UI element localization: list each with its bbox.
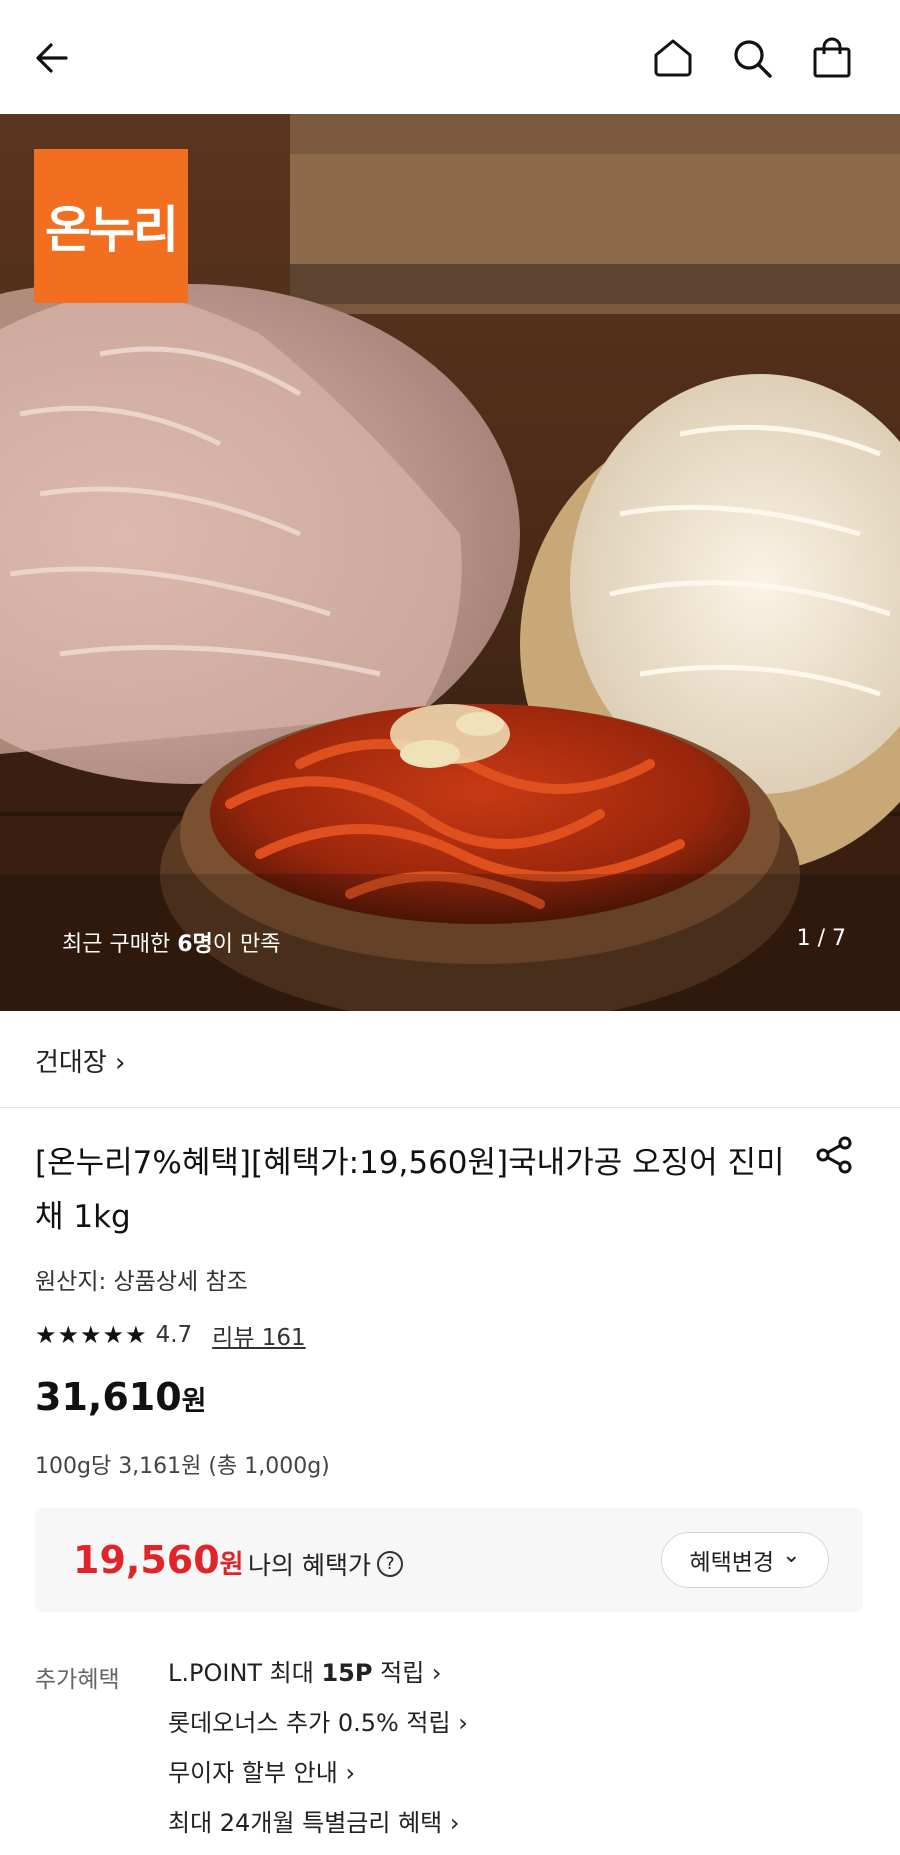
- unit-price: 100g당 3,161원 (총 1,000g): [35, 1454, 330, 1479]
- change-benefit-button[interactable]: 혜택변경 ⌄: [661, 1532, 829, 1588]
- extra-benefits-label: 추가혜택: [35, 1667, 120, 1693]
- rating-row: ★★★★★ 4.7 리뷰 161: [35, 1318, 306, 1352]
- benefit-price: 19,560원: [73, 1538, 244, 1582]
- benefit-label: 나의 혜택가 ?: [248, 1546, 403, 1582]
- review-link[interactable]: 리뷰 161: [212, 1318, 306, 1352]
- brand-logo: 온누리: [34, 149, 188, 303]
- star-rating-icon: ★★★★★: [35, 1321, 148, 1349]
- product-price: 31,610원: [35, 1375, 207, 1419]
- installment-info-link[interactable]: 무이자 할부 안내 ›: [168, 1755, 468, 1805]
- shopping-bag-icon: [813, 37, 851, 78]
- cart-button[interactable]: [804, 30, 860, 86]
- search-icon: [734, 40, 772, 78]
- back-arrow-icon: [36, 43, 68, 73]
- extra-benefits-list: L.POINT 최대 15P 적립 › 롯데오너스 추가 0.5% 적립 › 무…: [168, 1655, 468, 1855]
- category-link[interactable]: 건대장 ›: [35, 1042, 125, 1079]
- top-bar: [0, 0, 900, 114]
- search-button[interactable]: [724, 30, 780, 86]
- origin-info: 원산지: 상품상세 참조: [35, 1269, 248, 1295]
- special-rate-benefit-link[interactable]: 최대 24개월 특별금리 혜택 ›: [168, 1805, 468, 1855]
- home-button[interactable]: [645, 30, 701, 86]
- recent-buyers-caption: 최근 구매한 6명이 만족: [62, 932, 281, 957]
- share-button[interactable]: [812, 1133, 868, 1189]
- product-image[interactable]: 온누리 최근 구매한 6명이 만족 1 / 7: [0, 114, 900, 1011]
- chevron-down-icon: ⌄: [782, 1542, 801, 1568]
- benefit-price-box: 19,560원 나의 혜택가 ? 혜택변경 ⌄: [35, 1508, 863, 1612]
- divider: [0, 1107, 900, 1108]
- rating-value: 4.7: [155, 1322, 193, 1348]
- share-icon: [816, 1136, 852, 1174]
- image-counter: 1 / 7: [796, 926, 846, 951]
- home-icon: [654, 39, 692, 77]
- lpoint-benefit-link[interactable]: L.POINT 최대 15P 적립 ›: [168, 1655, 468, 1705]
- lotte-owners-benefit-link[interactable]: 롯데오너스 추가 0.5% 적립 ›: [168, 1705, 468, 1755]
- product-title: [온누리7%혜택][혜택가:19,560원]국내가공 오징어 진미채 1kg: [35, 1145, 785, 1235]
- help-icon[interactable]: ?: [376, 1551, 403, 1577]
- back-button[interactable]: [24, 30, 80, 86]
- brand-logo-text: 온누리: [45, 201, 179, 259]
